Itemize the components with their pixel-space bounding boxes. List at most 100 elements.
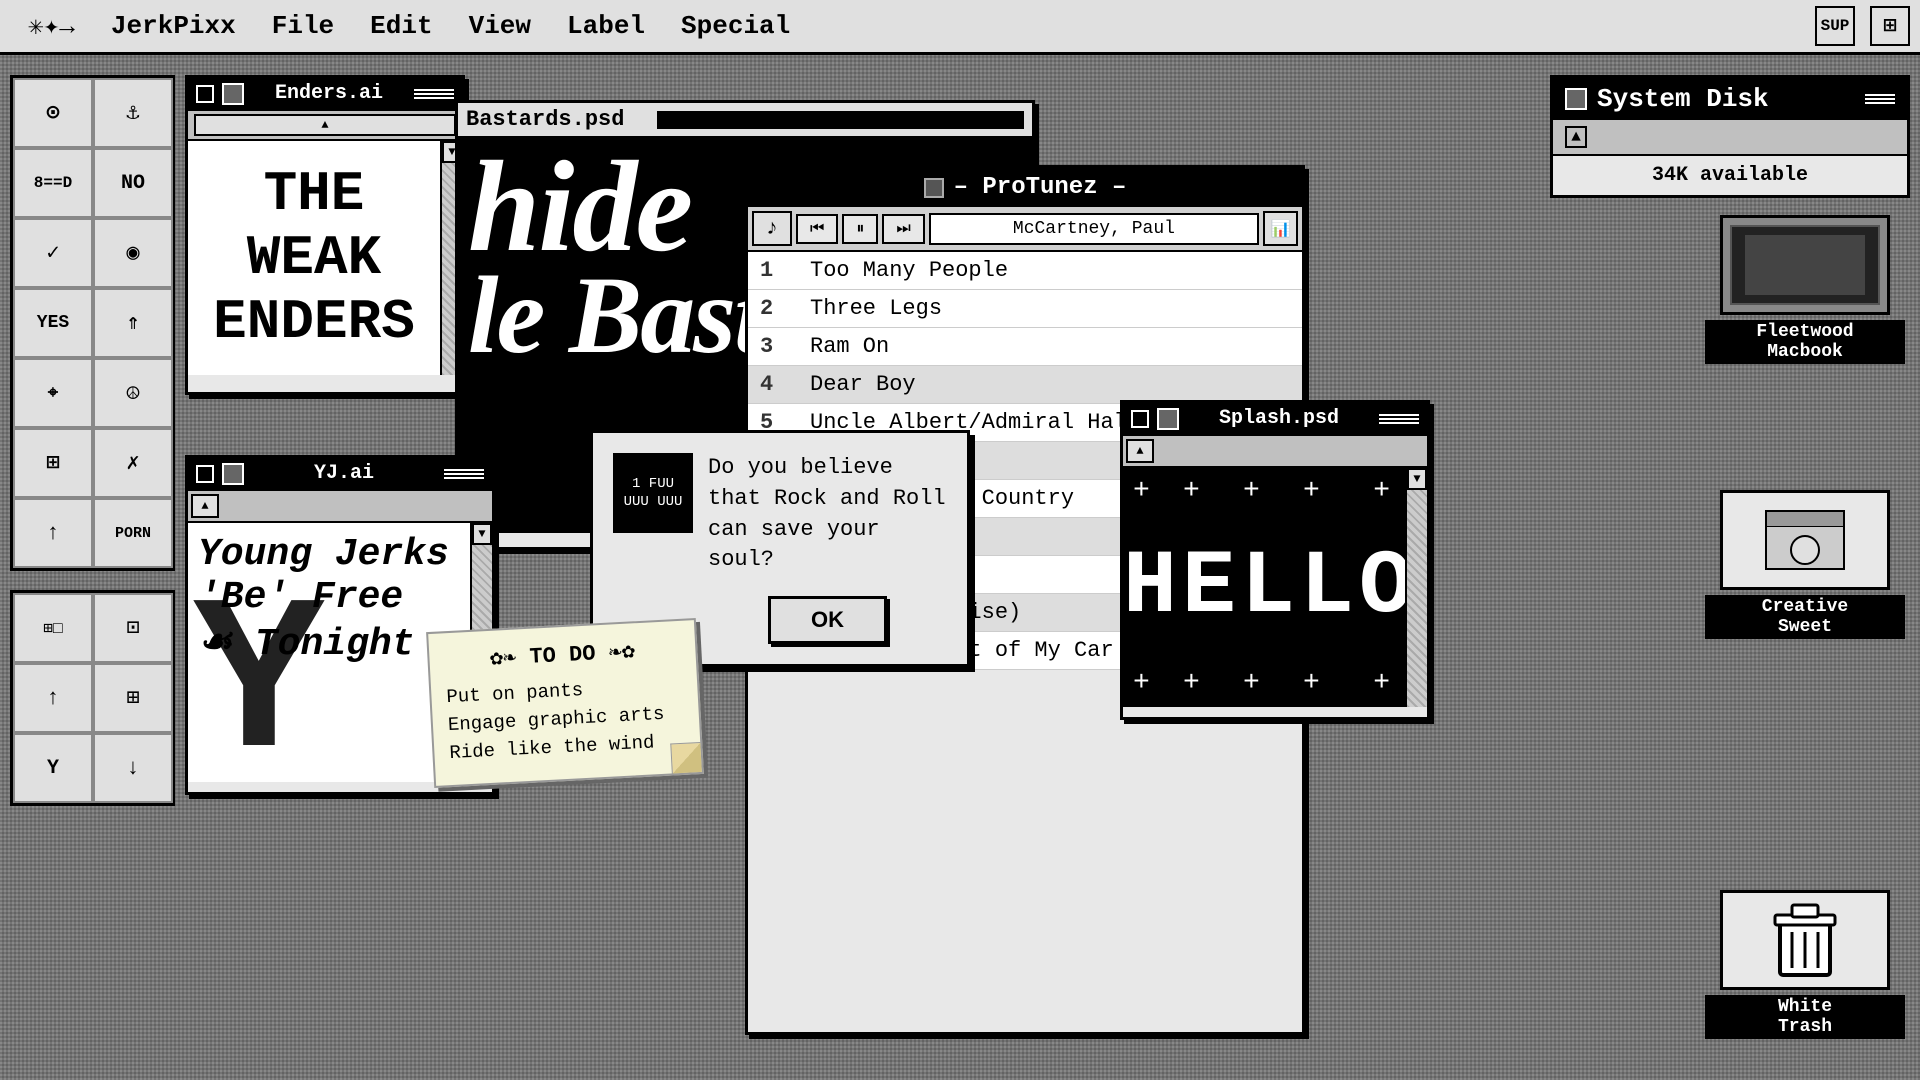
- plus-9: +: [1303, 668, 1320, 699]
- menu-file[interactable]: File: [254, 6, 352, 46]
- yj-titlebar[interactable]: YJ.ai: [188, 458, 492, 491]
- yj-scroll-down[interactable]: ▼: [472, 523, 492, 545]
- tool-no[interactable]: NO: [93, 148, 173, 218]
- menu-label[interactable]: Label: [549, 6, 663, 46]
- track-row-2[interactable]: 2 Three Legs: [748, 290, 1302, 328]
- plus-6: +: [1133, 668, 1150, 699]
- protunez-close-btn[interactable]: [924, 178, 944, 198]
- tool-arrows-up[interactable]: ⇑: [93, 288, 173, 358]
- tool-extra-3[interactable]: ↑: [13, 663, 93, 733]
- app-name[interactable]: JerkPixx: [93, 6, 254, 46]
- artist-name: McCartney, Paul: [929, 213, 1259, 245]
- system-disk-title-text: System Disk: [1597, 84, 1769, 114]
- tool-porn[interactable]: PORN: [93, 498, 173, 568]
- enders-line2: WEAK: [247, 226, 381, 290]
- yj-icon: [222, 463, 244, 485]
- enders-titlebar[interactable]: Enders.ai: [188, 78, 462, 111]
- track-row-3[interactable]: 3 Ram On: [748, 328, 1302, 366]
- creative-sweet-label: Creative Sweet: [1705, 595, 1905, 639]
- tool-eye[interactable]: ◉: [93, 218, 173, 288]
- tool-peace[interactable]: ☮: [93, 358, 173, 428]
- creative-sweet-icon[interactable]: Creative Sweet: [1705, 490, 1905, 639]
- tool-extra-4[interactable]: ⊞: [93, 663, 173, 733]
- tool-extra-2[interactable]: ⊡: [93, 593, 173, 663]
- splash-icon: [1157, 408, 1179, 430]
- disk-img: [1765, 510, 1845, 570]
- creative-sweet-img: [1720, 490, 1890, 590]
- splash-toolbar: ▲: [1123, 436, 1427, 468]
- tool-extra-5[interactable]: Y: [13, 733, 93, 803]
- enders-scroll-up[interactable]: ▲: [194, 114, 456, 136]
- tool-arrow[interactable]: 8==D: [13, 148, 93, 218]
- enders-close[interactable]: [196, 85, 214, 103]
- dialog-content: Do you believe that Rock and Roll can sa…: [708, 453, 947, 644]
- bastards-title: Bastards.psd: [466, 107, 649, 132]
- tool-check[interactable]: ✓: [13, 218, 93, 288]
- yj-close[interactable]: [196, 465, 214, 483]
- tool-anchor[interactable]: ⚓: [93, 78, 173, 148]
- track-row-1[interactable]: 1 Too Many People: [748, 252, 1302, 290]
- yj-content: Young Jerks 'Be' Free ☙ Tonight Y: [188, 523, 470, 782]
- enders-line3: ENDERS: [213, 290, 415, 354]
- disk-available-text: 34K available: [1553, 156, 1907, 195]
- plus-1: +: [1133, 476, 1150, 507]
- tool-cylinder[interactable]: ⊙: [13, 78, 93, 148]
- splash-scroll-up[interactable]: ▲: [1126, 439, 1154, 463]
- laptop-display: [1745, 235, 1865, 295]
- menubar: ✳✦→ JerkPixx File Edit View Label Specia…: [0, 0, 1920, 55]
- extra-toolbox: ⊞□ ⊡ ↑ ⊞ Y ↓: [10, 590, 175, 806]
- pause-btn[interactable]: ⏸: [842, 214, 878, 244]
- tool-yes[interactable]: YES: [13, 288, 93, 358]
- plus-5: +: [1373, 476, 1390, 507]
- splash-scroll-down[interactable]: ▼: [1407, 468, 1427, 490]
- note-icon[interactable]: ♪: [752, 211, 792, 246]
- system-disk-window: System Disk ▲ 34K available: [1550, 75, 1910, 198]
- todo-title: ✿❧ TO DO ❧✿: [444, 636, 681, 674]
- yj-line3: ☙ Tonight: [198, 619, 460, 666]
- system-disk-toolbar: ▲: [1553, 120, 1907, 156]
- todo-item-3: Ride like the wind: [449, 730, 686, 764]
- tool-up-arrow2[interactable]: ↑: [13, 498, 93, 568]
- apple-menu[interactable]: ✳✦→: [10, 6, 93, 47]
- splash-close[interactable]: [1131, 410, 1149, 428]
- sup-icon[interactable]: SUP: [1815, 6, 1855, 46]
- track-row-4[interactable]: 4 Dear Boy: [748, 366, 1302, 404]
- forward-btn[interactable]: ⏭: [882, 214, 924, 244]
- tool-extra-6[interactable]: ↓: [93, 733, 173, 803]
- track-num-1: 1: [760, 258, 790, 283]
- tool-lasso[interactable]: ⌖: [13, 358, 93, 428]
- disk-up-arrow[interactable]: ▲: [1565, 126, 1587, 148]
- splash-titlebar[interactable]: Splash.psd: [1123, 403, 1427, 436]
- enders-window: Enders.ai ▲ THE WEAK ENDERS ▼: [185, 75, 465, 395]
- splash-scroll-track: [1407, 490, 1427, 707]
- splash-hello-text: HELLO: [1123, 543, 1405, 633]
- monitor-icon[interactable]: ⊞: [1870, 6, 1910, 46]
- tool-extra-1[interactable]: ⊞□: [13, 593, 93, 663]
- track-name-3: Ram On: [810, 334, 1290, 359]
- system-disk-titlebar[interactable]: System Disk: [1553, 78, 1907, 120]
- dialog-ok-button[interactable]: OK: [768, 596, 887, 644]
- track-num-4: 4: [760, 372, 790, 397]
- tool-grid[interactable]: ⊞: [13, 428, 93, 498]
- volume-icon[interactable]: 📊: [1263, 211, 1298, 246]
- white-trash-icon[interactable]: White Trash: [1705, 890, 1905, 1039]
- toolbox: ⊙ ⚓ 8==D NO ✓ ◉ YES ⇑ ⌖ ☮ ⊞ ✗ ↑ PORN: [10, 75, 175, 571]
- menu-special[interactable]: Special: [663, 6, 808, 46]
- menu-edit[interactable]: Edit: [352, 6, 450, 46]
- plus-4: +: [1303, 476, 1320, 507]
- plus-2: +: [1183, 476, 1200, 507]
- yj-line2: 'Be' Free: [198, 576, 460, 619]
- protunez-titlebar[interactable]: – ProTunez –: [748, 168, 1302, 207]
- rewind-btn[interactable]: ⏮: [796, 214, 838, 244]
- enders-title: Enders.ai: [252, 82, 406, 105]
- white-trash-label: White Trash: [1705, 995, 1905, 1039]
- menu-view[interactable]: View: [451, 6, 549, 46]
- track-name-2: Three Legs: [810, 296, 1290, 321]
- plus-7: +: [1183, 668, 1200, 699]
- bastards-titlebar[interactable]: Bastards.psd: [458, 103, 1032, 139]
- laptop-screen: [1730, 225, 1880, 305]
- yj-scroll-up[interactable]: ▲: [191, 494, 219, 518]
- fleetwood-icon[interactable]: Fleetwood Macbook: [1705, 215, 1905, 364]
- plus-8: +: [1243, 668, 1260, 699]
- tool-cross[interactable]: ✗: [93, 428, 173, 498]
